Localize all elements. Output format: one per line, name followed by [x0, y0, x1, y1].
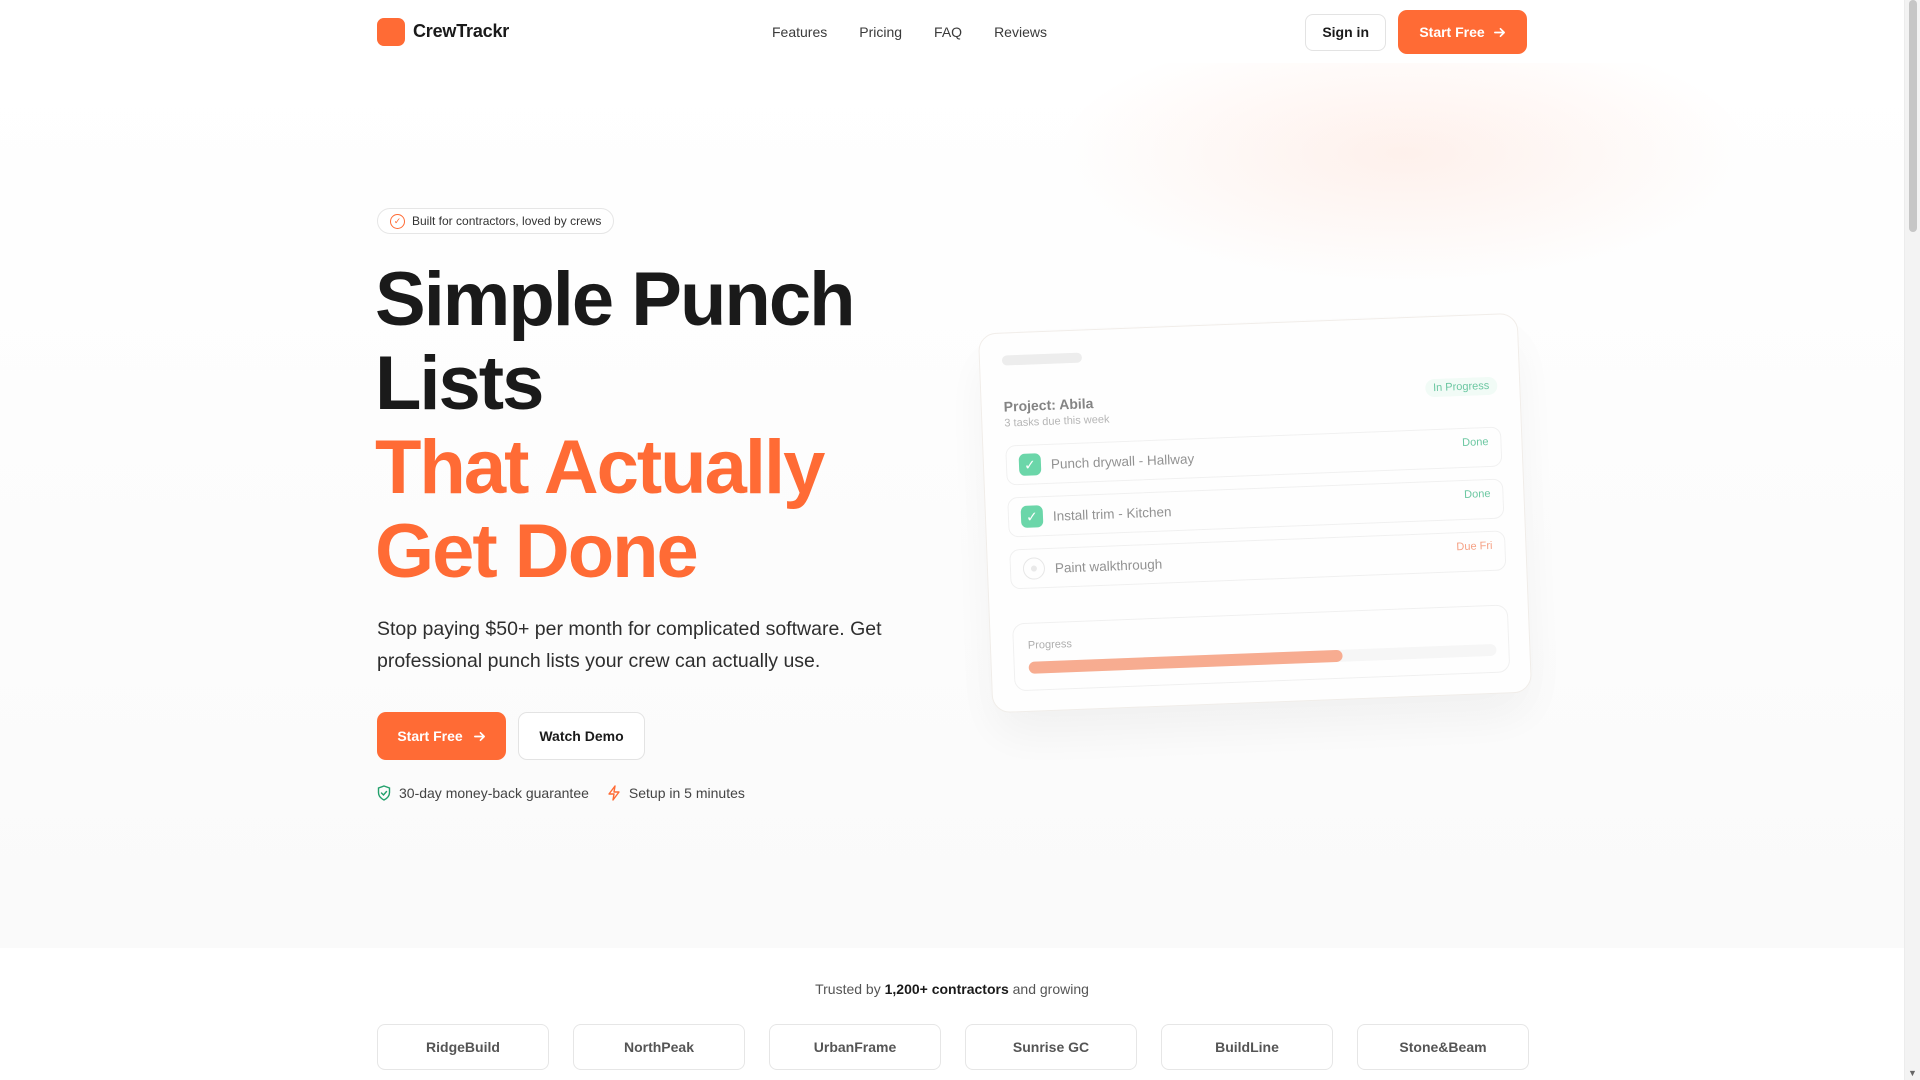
checkbox-checked-icon: ✓	[1020, 505, 1044, 528]
lightning-icon	[608, 785, 620, 801]
task-label: Punch drywall - Hallway	[1050, 450, 1195, 472]
trust-row: 30-day money-back guarantee Setup in 5 m…	[377, 785, 745, 801]
hero-section: ✓ Built for contractors, loved by crews …	[0, 63, 1904, 948]
headline-line-2: Lists	[375, 341, 544, 426]
task-status: Done	[1463, 487, 1491, 501]
brand-name: CrewTrackr	[413, 21, 510, 41]
task-item: Paint walkthrough Due Fri	[1009, 530, 1507, 590]
task-label: Install trim - Kitchen	[1052, 503, 1172, 524]
trusted-section: Trusted by 1,200+ contractors and growin…	[0, 948, 1904, 1080]
task-item: ✓ Install trim - Kitchen Done	[1007, 478, 1505, 538]
hero-headline: Simple Punch Lists That Actually Get Don…	[375, 258, 935, 594]
hero-cta-row: Start Free Watch Demo	[377, 712, 645, 760]
task-due: Due Fri	[1456, 539, 1493, 554]
trust-guarantee-text: 30-day money-back guarantee	[399, 785, 589, 801]
customer-logo: BuildLine	[1161, 1024, 1333, 1070]
card-project-title: Project: Abila	[1003, 395, 1094, 415]
header-start-free-label: Start Free	[1419, 24, 1485, 40]
site-header: CrewTrackr Features Pricing FAQ Reviews …	[0, 0, 1904, 63]
hero-subtext: Stop paying $50+ per month for complicat…	[377, 618, 882, 672]
hero-badge: ✓ Built for contractors, loved by crews	[377, 208, 615, 234]
nav-item-features[interactable]: Features	[772, 24, 827, 40]
trust-setup-text: Setup in 5 minutes	[628, 785, 745, 801]
shield-check-icon	[377, 785, 391, 801]
nav-item-reviews[interactable]: Reviews	[994, 24, 1047, 40]
trust-item-setup: Setup in 5 minutes	[607, 785, 745, 801]
trusted-prefix: Trusted by	[815, 981, 885, 997]
progress-track	[1028, 643, 1497, 674]
task-status: Done	[1461, 435, 1489, 449]
headline-line-1: Simple Punch	[375, 257, 856, 342]
card-project-subtitle: 3 tasks due this week	[1004, 413, 1110, 430]
customer-logo: Sunrise GC	[965, 1024, 1137, 1070]
progress-fill	[1028, 649, 1343, 674]
scrollbar-thumb[interactable]	[1909, 0, 1917, 232]
logo-mark-icon	[377, 17, 405, 46]
scroll-down-arrow-icon[interactable]: ▼	[1908, 1068, 1917, 1078]
checkbox-empty-icon	[1022, 557, 1046, 580]
trusted-suffix: and growing	[1008, 981, 1089, 997]
main-nav: Features Pricing FAQ Reviews	[772, 0, 1047, 63]
arrow-right-icon	[1493, 27, 1505, 37]
customer-logo: UrbanFrame	[769, 1024, 941, 1070]
header-start-free-button[interactable]: Start Free	[1398, 10, 1527, 54]
nav-item-pricing[interactable]: Pricing	[859, 24, 902, 40]
brand-logo[interactable]: CrewTrackr	[377, 17, 510, 46]
trusted-count: 1,200+ contractors	[884, 981, 1009, 997]
customer-logo: Stone&Beam	[1357, 1024, 1529, 1070]
arrow-right-icon	[473, 731, 485, 741]
task-item: ✓ Punch drywall - Hallway Done	[1005, 426, 1503, 486]
signin-button[interactable]: Sign in	[1305, 13, 1386, 51]
header-actions: Sign in Start Free	[1305, 10, 1527, 54]
status-badge: In Progress	[1424, 376, 1498, 398]
progress-label: Progress	[1027, 638, 1073, 652]
watch-demo-button[interactable]: Watch Demo	[518, 712, 645, 760]
check-circle-icon: ✓	[390, 213, 405, 229]
hero-start-free-label: Start Free	[397, 728, 463, 744]
page-scrollbar[interactable]: ▼	[1904, 0, 1920, 1080]
project-card: Project: Abila 3 tasks due this week In …	[977, 312, 1533, 714]
customer-logo: NorthPeak	[573, 1024, 745, 1070]
progress-panel: Progress	[1012, 604, 1511, 692]
headline-line-3: That Actually	[375, 425, 825, 510]
hero-start-free-button[interactable]: Start Free	[377, 712, 506, 760]
card-placeholder-bar	[1001, 352, 1083, 366]
customer-logos: RidgeBuild NorthPeak UrbanFrame Sunrise …	[377, 1024, 1529, 1070]
hero-badge-text: Built for contractors, loved by crews	[412, 214, 602, 228]
headline-line-4: Get Done	[375, 509, 699, 594]
trust-item-guarantee: 30-day money-back guarantee	[377, 785, 589, 801]
hero-glow	[1054, 63, 1754, 283]
project-card-mockup: Project: Abila 3 tasks due this week In …	[977, 312, 1533, 714]
nav-item-faq[interactable]: FAQ	[934, 24, 962, 40]
task-label: Paint walkthrough	[1054, 556, 1163, 576]
trusted-text: Trusted by 1,200+ contractors and growin…	[0, 981, 1904, 997]
checkbox-checked-icon: ✓	[1018, 453, 1042, 477]
customer-logo: RidgeBuild	[377, 1024, 549, 1070]
